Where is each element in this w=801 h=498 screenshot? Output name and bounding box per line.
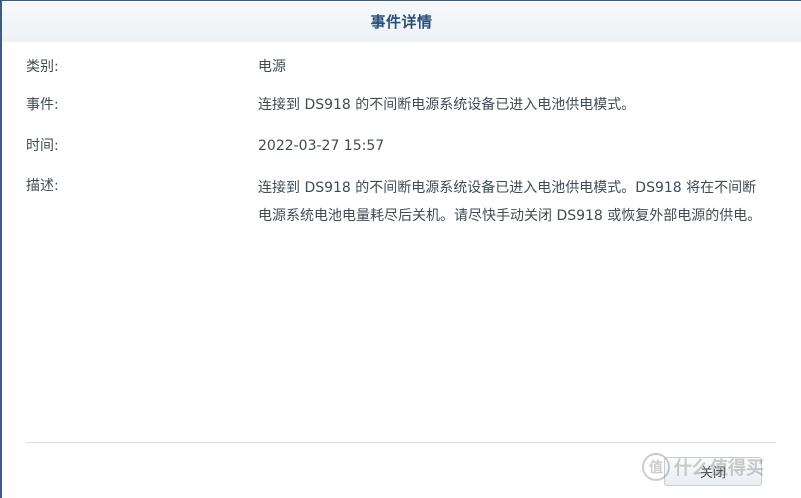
event-details-dialog: 事件详情 类别: 电源 事件: 连接到 DS918 的不间断电源系统设备已进入电…	[0, 0, 801, 498]
description-value: 连接到 DS918 的不间断电源系统设备已进入电池供电模式。DS918 将在不间…	[258, 180, 762, 224]
description-label: 描述:	[26, 178, 59, 194]
close-button[interactable]: 关闭	[664, 457, 762, 486]
event-label: 事件:	[26, 97, 59, 113]
category-row: 类别: 电源	[26, 55, 781, 79]
event-row: 事件: 连接到 DS918 的不间断电源系统设备已进入电池供电模式。	[26, 93, 781, 117]
description-row: 描述: 连接到 DS918 的不间断电源系统设备已进入电池供电模式。DS918 …	[26, 174, 781, 230]
event-value: 连接到 DS918 的不间断电源系统设备已进入电池供电模式。	[258, 97, 636, 113]
dialog-title: 事件详情	[370, 13, 433, 31]
time-value: 2022-03-27 15:57	[258, 138, 385, 154]
dialog-header[interactable]: 事件详情	[2, 1, 801, 42]
time-label: 时间:	[26, 138, 59, 154]
time-row: 时间: 2022-03-27 15:57	[26, 134, 781, 158]
category-value: 电源	[258, 59, 286, 75]
category-label: 类别:	[26, 59, 59, 75]
footer-divider	[26, 442, 776, 443]
